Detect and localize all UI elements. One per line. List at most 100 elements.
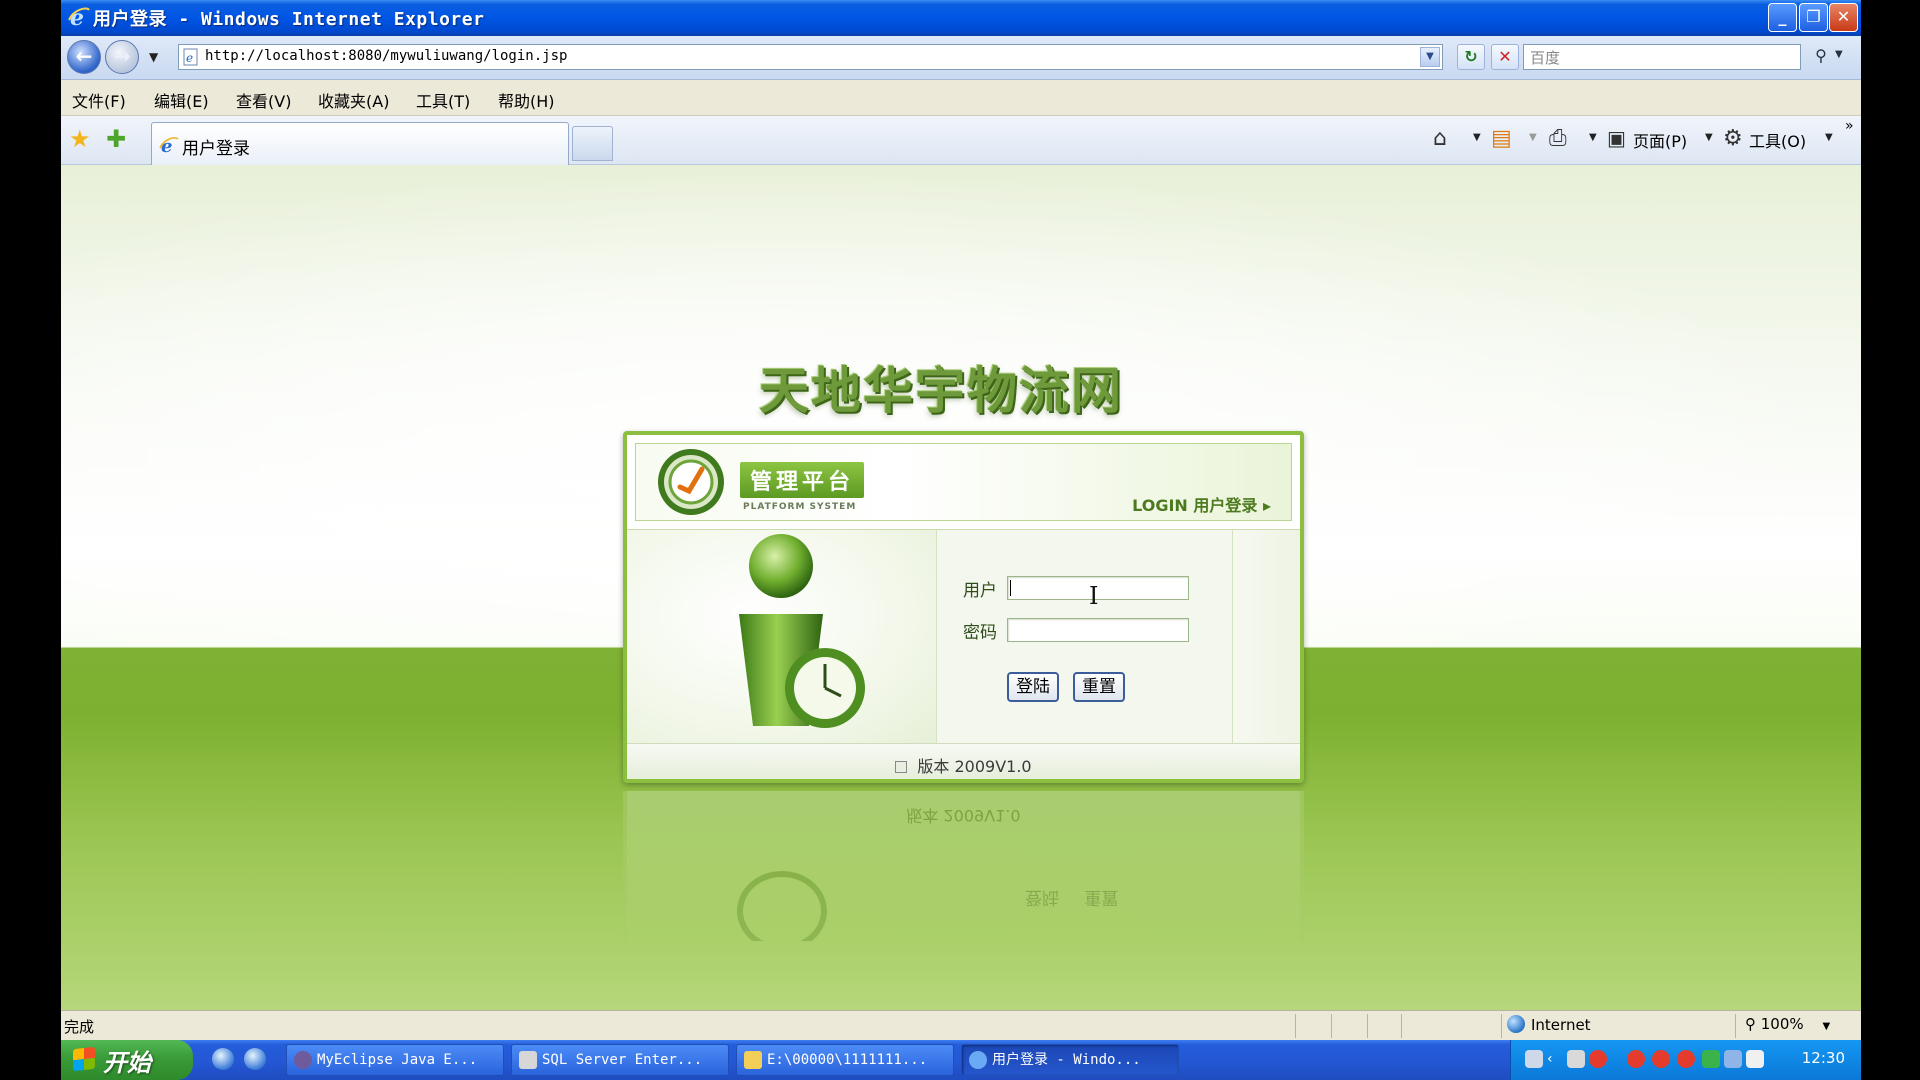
folder-icon (744, 1051, 762, 1069)
status-divider (1367, 1014, 1368, 1038)
network-icon[interactable] (1567, 1050, 1585, 1068)
user-clock-illustration (627, 530, 937, 744)
status-divider (1401, 1014, 1402, 1038)
reset-button[interactable]: 重置 (1073, 672, 1125, 702)
panel-reflection: 版本 2009V1.0 登陆 重置 (623, 791, 1304, 941)
user-clock-icon (739, 534, 865, 728)
qq-icon[interactable] (1627, 1050, 1645, 1068)
status-divider (1331, 1014, 1332, 1038)
password-label: 密码 (963, 623, 997, 643)
svg-text:e: e (186, 51, 193, 65)
zoom-level: 100% (1760, 1015, 1804, 1033)
ie-quicklaunch-2-icon[interactable] (244, 1048, 266, 1070)
taskbar-item-explorer-folder[interactable]: E:\00000\1111111... (736, 1044, 954, 1076)
tray-app-icon[interactable] (1746, 1050, 1764, 1068)
login-header-link: LOGIN 用户登录 ▸ (1132, 496, 1271, 515)
refresh-button[interactable]: ↻ (1457, 44, 1485, 70)
favorites-star-icon[interactable]: ★ (69, 126, 91, 152)
tab-bar: ★ ✚ e 用户登录 ⌂ ▼ ▤ ▼ ⎙ ▼ ▣ 页面(P) ▼ ⚙ 工具(O)… (61, 116, 1861, 165)
title-bar: e 用户登录 - Windows Internet Explorer _ ❐ ✕ (61, 0, 1861, 36)
history-dropdown-icon[interactable]: ▼ (149, 50, 158, 64)
search-options-icon[interactable]: ▼ (1835, 49, 1843, 60)
panel-footer: 版本 2009V1.0 (627, 743, 1300, 779)
login-panel: 管理平台 PLATFORM SYSTEM LOGIN 用户登录 ▸ 用户 I 密… (623, 431, 1304, 783)
text-caret (1010, 580, 1011, 596)
zoom-dropdown-icon[interactable]: ▼ (1822, 1021, 1830, 1032)
tab-label: 用户登录 (182, 139, 250, 159)
home-icon[interactable]: ⌂ (1433, 126, 1447, 151)
ibeam-cursor-icon: I (1089, 582, 1099, 610)
password-input[interactable] (1007, 618, 1189, 642)
menu-favorites[interactable]: 收藏夹(A) (318, 88, 389, 112)
page-menu[interactable]: 页面(P) (1633, 128, 1687, 152)
search-input[interactable]: 百度 (1523, 44, 1801, 70)
tray-app-icon[interactable] (1724, 1050, 1742, 1068)
back-button[interactable]: ← (67, 40, 101, 74)
start-button[interactable]: 开始 (61, 1040, 193, 1080)
home-dropdown-icon[interactable]: ▼ (1473, 132, 1481, 143)
qq-icon[interactable] (1677, 1050, 1695, 1068)
qq-icon[interactable] (1652, 1050, 1670, 1068)
taskbar-item-sqlserver[interactable]: SQL Server Enter... (511, 1044, 729, 1076)
task-label: 用户登录 - Windo... (992, 1052, 1141, 1068)
reset-reflection: 重置 (1084, 887, 1119, 907)
tools-gear-icon[interactable]: ⚙ (1723, 126, 1743, 151)
menu-help[interactable]: 帮助(H) (498, 88, 555, 112)
qq-icon[interactable] (1589, 1050, 1607, 1068)
task-label: MyEclipse Java E... (317, 1052, 478, 1068)
login-button[interactable]: 登陆 (1007, 672, 1059, 702)
version-icon (895, 761, 908, 773)
security-zone[interactable]: Internet (1507, 1015, 1591, 1034)
taskbar-item-ie-login[interactable]: 用户登录 - Windo... (961, 1044, 1179, 1076)
panel-body: 用户 I 密码 登陆 重置 (627, 529, 1300, 744)
platform-logo-icon (658, 449, 724, 515)
print-dropdown-icon[interactable]: ▼ (1589, 132, 1597, 143)
address-field[interactable]: e http://localhost:8080/mywuliuwang/logi… (178, 44, 1443, 70)
login-header-label: LOGIN 用户登录 (1132, 496, 1258, 515)
page-content: 天地华宇物流网 管理平台 PLATFORM SYSTEM LOGIN 用户登录 … (61, 165, 1861, 1010)
login-reflection: 登陆 (1025, 887, 1059, 907)
minimize-button[interactable]: _ (1768, 3, 1797, 32)
taskbar-item-myeclipse[interactable]: MyEclipse Java E... (286, 1044, 504, 1076)
add-favorite-icon[interactable]: ✚ (106, 126, 126, 152)
address-dropdown-icon[interactable]: ▼ (1420, 47, 1440, 67)
close-button[interactable]: ✕ (1829, 3, 1858, 32)
url-text: http://localhost:8080/mywuliuwang/login.… (205, 48, 568, 64)
site-title: 天地华宇物流网 (759, 361, 1123, 420)
tab-user-login[interactable]: e 用户登录 (151, 122, 569, 165)
feeds-icon[interactable]: ▤ (1491, 126, 1512, 151)
print-icon[interactable]: ⎙ (1549, 126, 1567, 151)
chevron-more-icon[interactable]: » (1845, 118, 1854, 134)
menu-file[interactable]: 文件(F) (72, 88, 126, 112)
page-menu-icon[interactable]: ▣ (1607, 126, 1626, 150)
stop-button[interactable]: ✕ (1491, 44, 1519, 70)
tools-menu[interactable]: 工具(O) (1749, 128, 1806, 152)
version-reflection: 版本 2009V1.0 (906, 806, 1021, 825)
restore-button[interactable]: ❐ (1799, 3, 1828, 32)
tray-collapse-icon[interactable]: ‹ (1547, 1050, 1565, 1068)
menu-view[interactable]: 查看(V) (236, 88, 291, 112)
ie-page-icon: e (159, 136, 179, 155)
screen: e 用户登录 - Windows Internet Explorer _ ❐ ✕… (61, 0, 1861, 1080)
task-label: SQL Server Enter... (542, 1052, 703, 1068)
illustration-reflection (737, 871, 827, 941)
page-dropdown-icon[interactable]: ▼ (1705, 132, 1713, 143)
clock[interactable]: 12:30 (1802, 1049, 1845, 1067)
version-text: 版本 2009V1.0 (917, 757, 1032, 776)
panel-side-column (1232, 530, 1300, 744)
window-title: 用户登录 - Windows Internet Explorer (93, 9, 485, 30)
zoom-control[interactable]: ⚲ 100% ▼ (1745, 1015, 1830, 1033)
tray-app-icon[interactable] (1702, 1050, 1720, 1068)
feeds-dropdown-icon: ▼ (1529, 132, 1537, 143)
new-tab-button[interactable] (572, 126, 613, 161)
panel-header: 管理平台 PLATFORM SYSTEM LOGIN 用户登录 ▸ (635, 443, 1292, 521)
tools-dropdown-icon[interactable]: ▼ (1825, 132, 1833, 143)
zone-label: Internet (1531, 1016, 1591, 1034)
search-icon[interactable]: ⚲ (1807, 44, 1835, 70)
forward-button[interactable]: → (105, 40, 139, 74)
keyboard-icon[interactable] (1525, 1050, 1543, 1068)
sqlserver-icon (519, 1051, 537, 1069)
ie-quicklaunch-icon[interactable] (212, 1048, 234, 1070)
menu-edit[interactable]: 编辑(E) (154, 88, 209, 112)
menu-tools[interactable]: 工具(T) (416, 88, 470, 112)
